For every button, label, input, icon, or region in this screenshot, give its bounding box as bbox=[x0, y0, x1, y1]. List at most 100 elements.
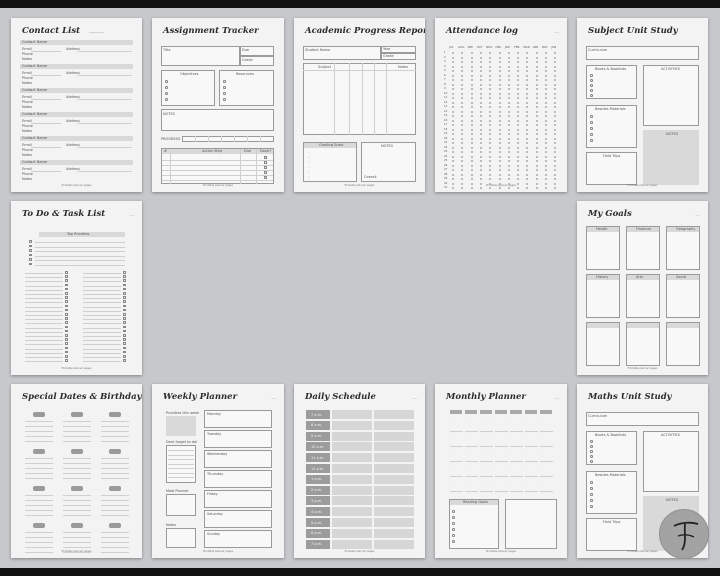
attendance-cell[interactable] bbox=[535, 56, 538, 59]
checkbox-icon[interactable] bbox=[123, 275, 126, 278]
attendance-cell[interactable] bbox=[526, 155, 529, 158]
attendance-cell[interactable] bbox=[452, 74, 454, 77]
attendance-cell[interactable] bbox=[517, 187, 520, 189]
attendance-cell[interactable] bbox=[526, 178, 529, 180]
attendance-cell[interactable] bbox=[452, 56, 454, 59]
checkbox-icon[interactable] bbox=[123, 355, 126, 358]
attendance-cell[interactable] bbox=[470, 146, 473, 149]
attendance-cell[interactable] bbox=[545, 74, 547, 77]
attendance-cell[interactable] bbox=[554, 79, 557, 81]
attendance-cell[interactable] bbox=[507, 92, 510, 95]
attendance-cell[interactable] bbox=[470, 92, 473, 95]
attendance-cell[interactable] bbox=[489, 164, 492, 167]
attendance-cell[interactable] bbox=[517, 151, 520, 153]
attendance-cell[interactable] bbox=[526, 173, 529, 176]
attendance-cell[interactable] bbox=[479, 79, 482, 81]
attendance-cell[interactable] bbox=[535, 133, 538, 135]
attendance-cell[interactable] bbox=[526, 124, 529, 126]
attendance-cell[interactable] bbox=[545, 101, 547, 104]
attendance-cell[interactable] bbox=[498, 178, 501, 180]
attendance-cell[interactable] bbox=[489, 146, 492, 149]
attendance-cell[interactable] bbox=[479, 115, 482, 117]
attendance-cell[interactable] bbox=[498, 187, 501, 189]
attendance-cell[interactable] bbox=[545, 61, 547, 63]
attendance-cell[interactable] bbox=[507, 128, 510, 131]
month-pill[interactable] bbox=[71, 449, 83, 454]
checkbox-icon[interactable] bbox=[65, 355, 68, 358]
attendance-cell[interactable] bbox=[554, 119, 557, 122]
attendance-cell[interactable] bbox=[479, 155, 482, 158]
attendance-cell[interactable] bbox=[479, 52, 482, 54]
day-number[interactable]: · bbox=[540, 479, 541, 483]
attendance-cell[interactable] bbox=[489, 61, 492, 63]
day-number[interactable]: · bbox=[480, 419, 481, 423]
attendance-cell[interactable] bbox=[526, 110, 529, 113]
attendance-cell[interactable] bbox=[489, 74, 492, 77]
day-number[interactable]: · bbox=[525, 419, 526, 423]
month-pill[interactable] bbox=[71, 523, 83, 528]
attendance-cell[interactable] bbox=[461, 97, 464, 99]
goal-cell[interactable] bbox=[666, 322, 700, 366]
day-number[interactable]: · bbox=[510, 419, 511, 423]
attendance-cell[interactable] bbox=[452, 70, 454, 72]
attendance-cell[interactable] bbox=[489, 182, 492, 185]
attendance-cell[interactable] bbox=[526, 74, 529, 77]
attendance-cell[interactable] bbox=[461, 124, 464, 126]
month-pill[interactable] bbox=[109, 523, 121, 528]
attendance-cell[interactable] bbox=[517, 92, 520, 95]
attendance-cell[interactable] bbox=[479, 187, 482, 189]
resources-box[interactable] bbox=[586, 105, 637, 148]
attendance-cell[interactable] bbox=[526, 146, 529, 149]
attendance-cell[interactable] bbox=[526, 83, 529, 86]
attendance-cell[interactable] bbox=[554, 173, 557, 176]
schedule-cell[interactable] bbox=[332, 464, 372, 473]
attendance-cell[interactable] bbox=[554, 137, 557, 140]
attendance-cell[interactable] bbox=[452, 101, 454, 104]
attendance-cell[interactable] bbox=[461, 137, 464, 140]
month-pill[interactable] bbox=[109, 486, 121, 491]
attendance-cell[interactable] bbox=[461, 160, 464, 162]
attendance-cell[interactable] bbox=[489, 106, 492, 108]
attendance-cell[interactable] bbox=[452, 142, 454, 144]
attendance-cell[interactable] bbox=[452, 164, 454, 167]
attendance-cell[interactable] bbox=[507, 160, 510, 162]
attendance-cell[interactable] bbox=[535, 115, 538, 117]
checkbox-icon[interactable] bbox=[123, 279, 126, 282]
attendance-cell[interactable] bbox=[498, 128, 501, 131]
attendance-cell[interactable] bbox=[526, 128, 529, 131]
attendance-cell[interactable] bbox=[470, 61, 473, 63]
attendance-cell[interactable] bbox=[452, 151, 454, 153]
attendance-cell[interactable] bbox=[461, 169, 464, 171]
attendance-cell[interactable] bbox=[517, 52, 520, 54]
checkbox-icon[interactable] bbox=[123, 313, 126, 316]
attendance-cell[interactable] bbox=[479, 142, 482, 144]
attendance-cell[interactable] bbox=[517, 164, 520, 167]
schedule-cell[interactable] bbox=[374, 518, 414, 527]
attendance-cell[interactable] bbox=[498, 142, 501, 144]
attendance-cell[interactable] bbox=[545, 124, 547, 126]
attendance-cell[interactable] bbox=[545, 164, 547, 167]
attendance-cell[interactable] bbox=[545, 65, 547, 68]
checkbox-icon[interactable] bbox=[65, 346, 68, 350]
attendance-cell[interactable] bbox=[507, 110, 510, 113]
checkbox-icon[interactable] bbox=[29, 240, 32, 243]
attendance-cell[interactable] bbox=[489, 133, 492, 135]
attendance-cell[interactable] bbox=[535, 160, 538, 162]
attendance-cell[interactable] bbox=[489, 187, 492, 189]
attendance-cell[interactable] bbox=[535, 178, 538, 180]
checkbox-icon[interactable] bbox=[29, 244, 32, 247]
attendance-cell[interactable] bbox=[470, 133, 473, 135]
attendance-cell[interactable] bbox=[470, 110, 473, 113]
checkbox-icon[interactable] bbox=[29, 258, 32, 261]
attendance-cell[interactable] bbox=[452, 173, 454, 176]
notes-box[interactable] bbox=[166, 528, 196, 548]
attendance-cell[interactable] bbox=[526, 142, 529, 144]
grading-box[interactable] bbox=[303, 142, 357, 182]
attendance-cell[interactable] bbox=[498, 169, 501, 171]
attendance-cell[interactable] bbox=[452, 124, 454, 126]
attendance-cell[interactable] bbox=[479, 160, 482, 162]
day-number[interactable]: · bbox=[480, 449, 481, 453]
attendance-cell[interactable] bbox=[498, 65, 501, 68]
attendance-cell[interactable] bbox=[507, 61, 510, 63]
attendance-cell[interactable] bbox=[489, 151, 492, 153]
